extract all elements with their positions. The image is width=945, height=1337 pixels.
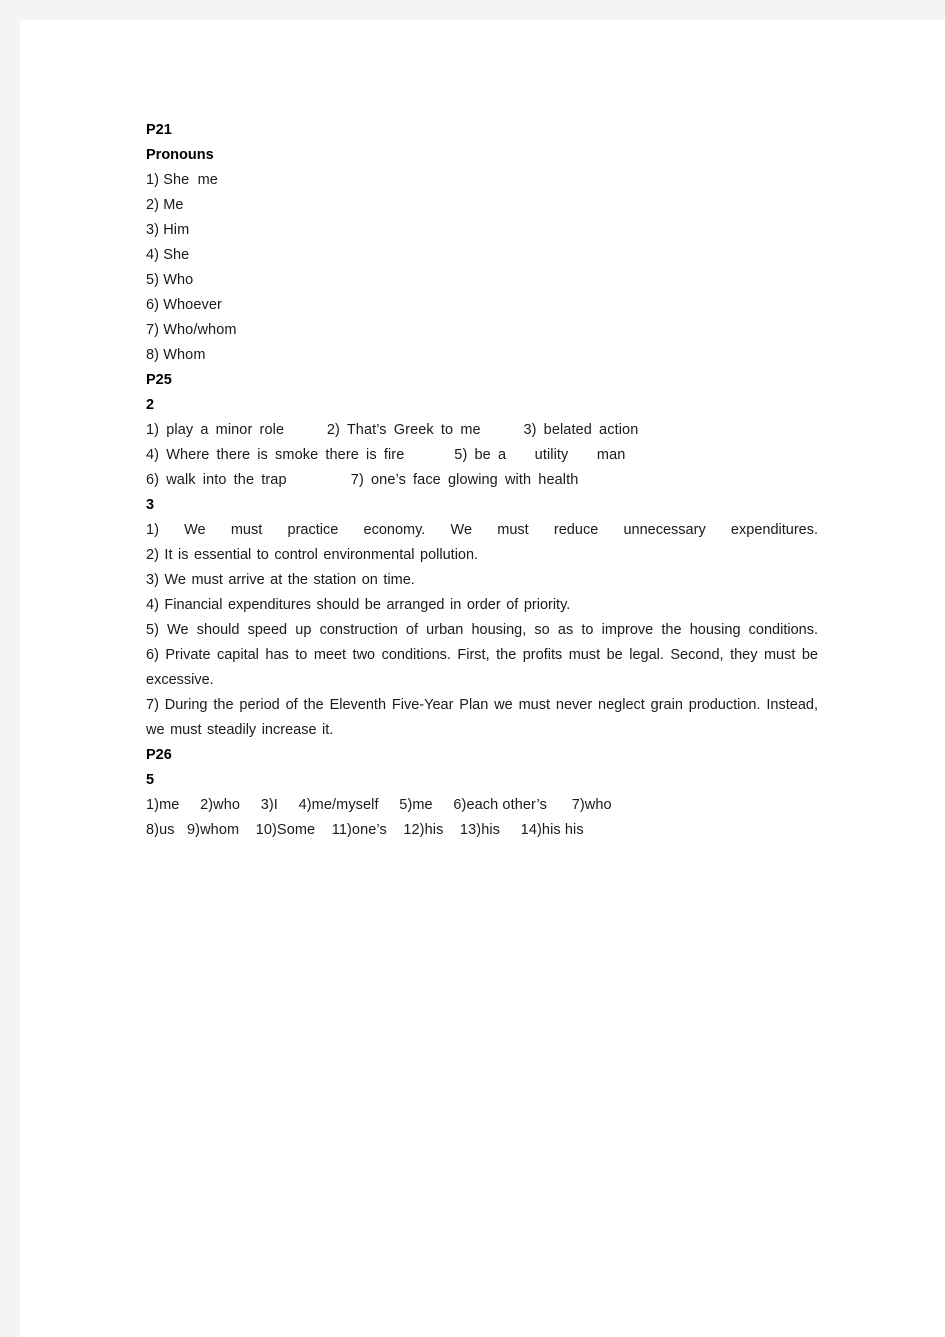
answer-line: 1) play a minor role 2) That’s Greek to … bbox=[146, 422, 639, 438]
answer-item: 6) Whoever bbox=[146, 297, 222, 313]
answer-line: 8)us 9)whom 10)Some 11)one’s 12)his 13)h… bbox=[146, 822, 584, 838]
scan-edge-left bbox=[0, 0, 20, 1337]
answer-item: 5) Who bbox=[146, 272, 194, 288]
answer-sentence: 2) It is essential to control environmen… bbox=[146, 547, 479, 563]
answer-item: 2) Me bbox=[146, 197, 184, 213]
scan-edge-top bbox=[0, 0, 945, 20]
answer-item: 3) Him bbox=[146, 222, 190, 238]
exercise-number-5: 5 bbox=[146, 772, 155, 788]
answer-sentence: 6) Private capital has to meet two condi… bbox=[146, 647, 818, 688]
answer-sentence: 7) During the period of the Eleventh Fiv… bbox=[146, 697, 818, 738]
answer-line: 6) walk into the trap 7) one’s face glow… bbox=[146, 472, 579, 488]
document-content: P21 Pronouns 1) She me 2) Me 3) Him 4) S… bbox=[146, 118, 818, 843]
answer-item: 7) Who/whom bbox=[146, 322, 237, 338]
section-heading-p21: P21 bbox=[146, 122, 172, 138]
answer-item: 1) She me bbox=[146, 172, 218, 188]
section-title-pronouns: Pronouns bbox=[146, 147, 214, 163]
answer-sentence: 5) We should speed up construction of ur… bbox=[146, 622, 818, 638]
section-heading-p26: P26 bbox=[146, 747, 172, 763]
answer-item: 4) She bbox=[146, 247, 190, 263]
answer-sentence: 1) We must practice economy. We must red… bbox=[146, 522, 818, 538]
exercise-number-2: 2 bbox=[146, 397, 155, 413]
section-heading-p25: P25 bbox=[146, 372, 172, 388]
answer-line: 4) Where there is smoke there is fire 5)… bbox=[146, 447, 626, 463]
exercise-number-3: 3 bbox=[146, 497, 155, 513]
answer-sentence: 3) We must arrive at the station on time… bbox=[146, 572, 415, 588]
answer-sentence: 4) Financial expenditures should be arra… bbox=[146, 597, 571, 613]
answer-item: 8) Whom bbox=[146, 347, 206, 363]
document-page: P21 Pronouns 1) She me 2) Me 3) Him 4) S… bbox=[0, 0, 945, 1337]
answer-line: 1)me 2)who 3)I 4)me/myself 5)me 6)each o… bbox=[146, 797, 612, 813]
